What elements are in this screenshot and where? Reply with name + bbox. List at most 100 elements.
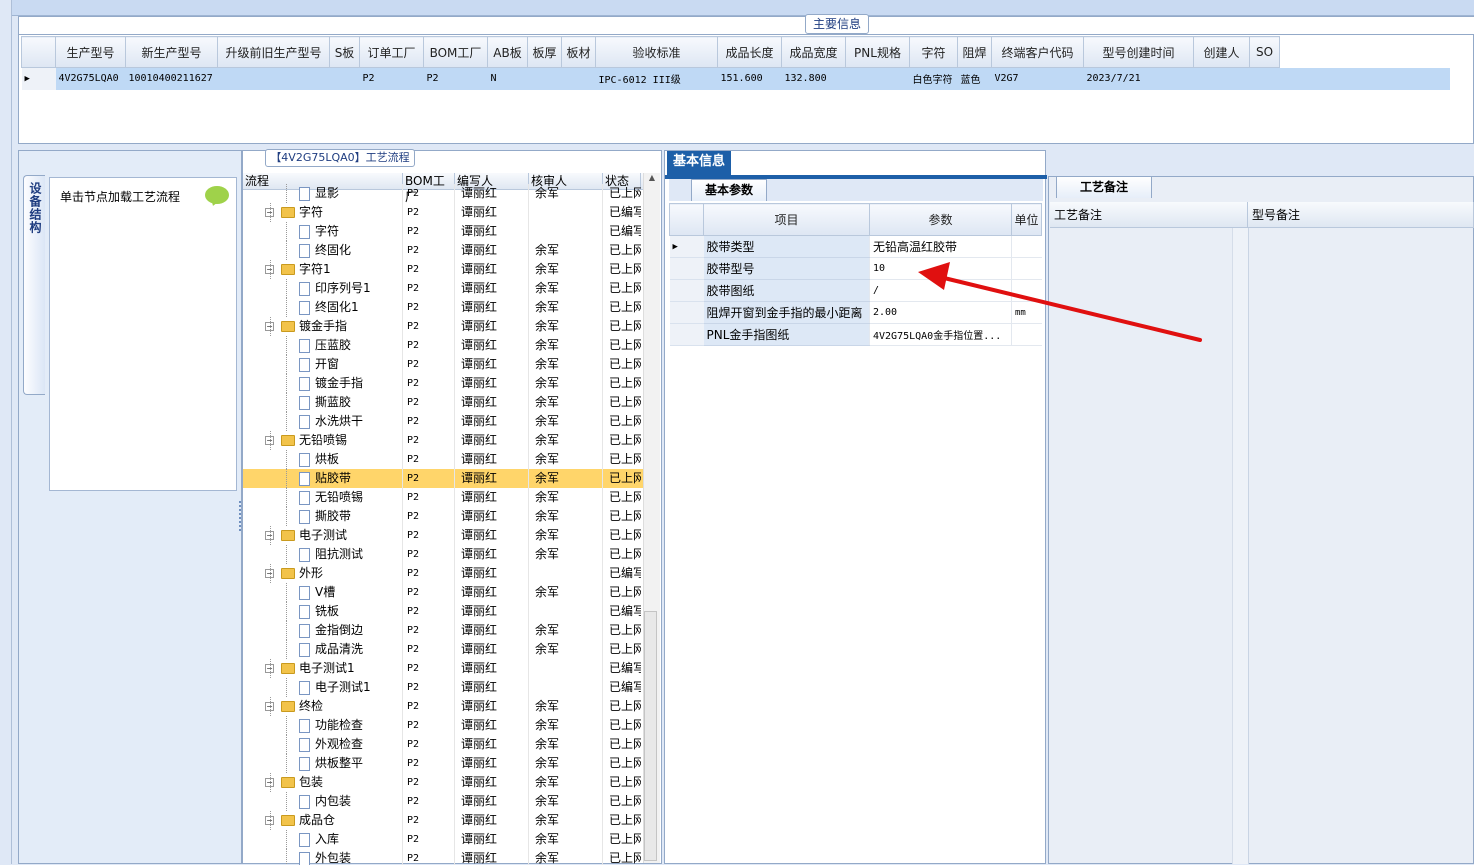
column-header[interactable]: 字符 bbox=[910, 37, 958, 68]
tree-row[interactable]: 印序列号1P2谭丽红余军已上网 bbox=[243, 279, 643, 298]
tree-node[interactable]: −终检 bbox=[243, 697, 403, 716]
tree-node[interactable]: 贴胶带 bbox=[243, 469, 403, 488]
tree-row[interactable]: 压蓝胶P2谭丽红余军已上网 bbox=[243, 336, 643, 355]
column-header[interactable]: 验收标准 bbox=[596, 37, 718, 68]
tree-node[interactable]: 入库 bbox=[243, 830, 403, 849]
tree-node[interactable]: −字符1 bbox=[243, 260, 403, 279]
column-header[interactable]: 成品宽度 bbox=[782, 37, 846, 68]
grid-cell[interactable]: N bbox=[488, 68, 528, 90]
tree-node[interactable]: 烘板 bbox=[243, 450, 403, 469]
grid-cell[interactable]: IPC-6012 III级 bbox=[596, 68, 718, 90]
main-info-tab[interactable]: 主要信息 bbox=[805, 14, 869, 34]
tree-row[interactable]: 铣板P2谭丽红已编写 bbox=[243, 602, 643, 621]
row-pointer[interactable] bbox=[670, 324, 704, 346]
tree-row[interactable]: 字符P2谭丽红已编写 bbox=[243, 222, 643, 241]
tree-node[interactable]: 外观检查 bbox=[243, 735, 403, 754]
tree-row[interactable]: 外观检查P2谭丽红余军已上网 bbox=[243, 735, 643, 754]
tree-row[interactable]: 无铅喷锡P2谭丽红余军已上网 bbox=[243, 488, 643, 507]
tree-row[interactable]: 金指倒边P2谭丽红余军已上网 bbox=[243, 621, 643, 640]
tree-row[interactable]: −字符P2谭丽红已编写 bbox=[243, 203, 643, 222]
tree-row[interactable]: 烘板P2谭丽红余军已上网 bbox=[243, 450, 643, 469]
tree-row[interactable]: −无铅喷锡P2谭丽红余军已上网 bbox=[243, 431, 643, 450]
tree-row[interactable]: −成品仓P2谭丽红余军已上网 bbox=[243, 811, 643, 830]
tree-row[interactable]: 成品清洗P2谭丽红余军已上网 bbox=[243, 640, 643, 659]
equipment-tree-box[interactable]: 单击节点加载工艺流程 bbox=[49, 177, 237, 491]
tree-row[interactable]: 贴胶带P2谭丽红余军已上网 bbox=[243, 469, 643, 488]
grid-cell[interactable] bbox=[330, 68, 360, 90]
row-pointer-icon[interactable]: ▶ bbox=[22, 68, 56, 90]
tree-row[interactable]: 水洗烘干P2谭丽红余军已上网 bbox=[243, 412, 643, 431]
tree-row[interactable]: −电子测试P2谭丽红余军已上网 bbox=[243, 526, 643, 545]
grid-cell[interactable]: 2023/7/21 bbox=[1084, 68, 1194, 90]
tree-row[interactable]: 终固化1P2谭丽红余军已上网 bbox=[243, 298, 643, 317]
column-header[interactable]: S板 bbox=[330, 37, 360, 68]
params-column-header[interactable]: 项目 bbox=[704, 204, 870, 236]
remarks-scrollbar[interactable] bbox=[1232, 228, 1248, 864]
grid-cell[interactable] bbox=[1250, 68, 1280, 90]
tree-node[interactable]: 烘板整平 bbox=[243, 754, 403, 773]
tree-node[interactable]: 外包装 bbox=[243, 849, 403, 865]
params-column-header[interactable]: 单位 bbox=[1012, 204, 1042, 236]
tree-row[interactable]: 镀金手指P2谭丽红余军已上网 bbox=[243, 374, 643, 393]
tree-node[interactable]: 成品清洗 bbox=[243, 640, 403, 659]
column-header[interactable]: 终端客户代码 bbox=[992, 37, 1084, 68]
tree-node[interactable]: 铣板 bbox=[243, 602, 403, 621]
tree-node[interactable]: 水洗烘干 bbox=[243, 412, 403, 431]
equipment-structure-tab[interactable]: 设备结构 bbox=[23, 175, 45, 395]
tree-node[interactable]: 撕蓝胶 bbox=[243, 393, 403, 412]
tree-node[interactable]: 金指倒边 bbox=[243, 621, 403, 640]
column-header[interactable]: 订单工厂 bbox=[360, 37, 424, 68]
scroll-thumb[interactable] bbox=[644, 611, 657, 861]
column-header[interactable]: 成品长度 bbox=[718, 37, 782, 68]
grid-cell[interactable]: 蓝色 bbox=[958, 68, 992, 90]
row-pointer[interactable] bbox=[670, 280, 704, 302]
column-header[interactable]: 升级前旧生产型号 bbox=[218, 37, 330, 68]
grid-cell[interactable] bbox=[218, 68, 330, 90]
grid-cell[interactable]: 10010400211627 bbox=[126, 68, 218, 90]
column-header[interactable]: 创建人 bbox=[1194, 37, 1250, 68]
tree-row[interactable]: −包装P2谭丽红余军已上网 bbox=[243, 773, 643, 792]
grid-cell[interactable] bbox=[528, 68, 562, 90]
tree-node[interactable]: V槽 bbox=[243, 583, 403, 602]
tree-node[interactable]: 字符 bbox=[243, 222, 403, 241]
tree-row[interactable]: 显影P2谭丽红余军已上网 bbox=[243, 184, 643, 203]
column-header[interactable]: 型号创建时间 bbox=[1084, 37, 1194, 68]
grid-cell[interactable] bbox=[562, 68, 596, 90]
tree-node[interactable]: −外形 bbox=[243, 564, 403, 583]
tree-node[interactable]: 内包装 bbox=[243, 792, 403, 811]
params-grid-corner[interactable] bbox=[670, 204, 704, 236]
column-header[interactable]: AB板 bbox=[488, 37, 528, 68]
tree-row[interactable]: 外包装P2谭丽红余军已上网 bbox=[243, 849, 643, 865]
tree-row[interactable]: −字符1P2谭丽红余军已上网 bbox=[243, 260, 643, 279]
tree-node[interactable]: −成品仓 bbox=[243, 811, 403, 830]
column-header[interactable]: SO bbox=[1250, 37, 1280, 68]
scroll-up-icon[interactable]: ▲ bbox=[644, 173, 660, 182]
tree-node[interactable]: 压蓝胶 bbox=[243, 336, 403, 355]
tree-node[interactable]: 显影 bbox=[243, 184, 403, 203]
tree-node[interactable]: 无铅喷锡 bbox=[243, 488, 403, 507]
grid-cell[interactable]: P2 bbox=[424, 68, 488, 90]
tree-row[interactable]: 撕蓝胶P2谭丽红余军已上网 bbox=[243, 393, 643, 412]
tree-row[interactable]: −外形P2谭丽红已编写 bbox=[243, 564, 643, 583]
process-flow-tab[interactable]: 【4V2G75LQA0】工艺流程 bbox=[265, 149, 415, 167]
params-column-header[interactable]: 参数 bbox=[870, 204, 1012, 236]
tree-node[interactable]: −电子测试 bbox=[243, 526, 403, 545]
tree-node[interactable]: 终固化1 bbox=[243, 298, 403, 317]
tree-row[interactable]: 撕胶带P2谭丽红余军已上网 bbox=[243, 507, 643, 526]
tree-row[interactable]: V槽P2谭丽红余军已上网 bbox=[243, 583, 643, 602]
column-header[interactable]: 板厚 bbox=[528, 37, 562, 68]
tree-node[interactable]: 印序列号1 bbox=[243, 279, 403, 298]
basic-params-tab[interactable]: 基本参数 bbox=[691, 179, 767, 201]
row-pointer[interactable] bbox=[670, 302, 704, 324]
tree-row[interactable]: 开窗P2谭丽红余军已上网 bbox=[243, 355, 643, 374]
grid-cell[interactable]: 132.800 bbox=[782, 68, 846, 90]
tree-node[interactable]: 电子测试1 bbox=[243, 678, 403, 697]
grid-corner[interactable] bbox=[22, 37, 56, 68]
tree-node[interactable]: −电子测试1 bbox=[243, 659, 403, 678]
tree-row[interactable]: 功能检查P2谭丽红余军已上网 bbox=[243, 716, 643, 735]
tree-row[interactable]: 入库P2谭丽红余军已上网 bbox=[243, 830, 643, 849]
column-header[interactable]: 板材 bbox=[562, 37, 596, 68]
tree-node[interactable]: 终固化 bbox=[243, 241, 403, 260]
row-pointer[interactable] bbox=[670, 258, 704, 280]
grid-cell[interactable] bbox=[846, 68, 910, 90]
